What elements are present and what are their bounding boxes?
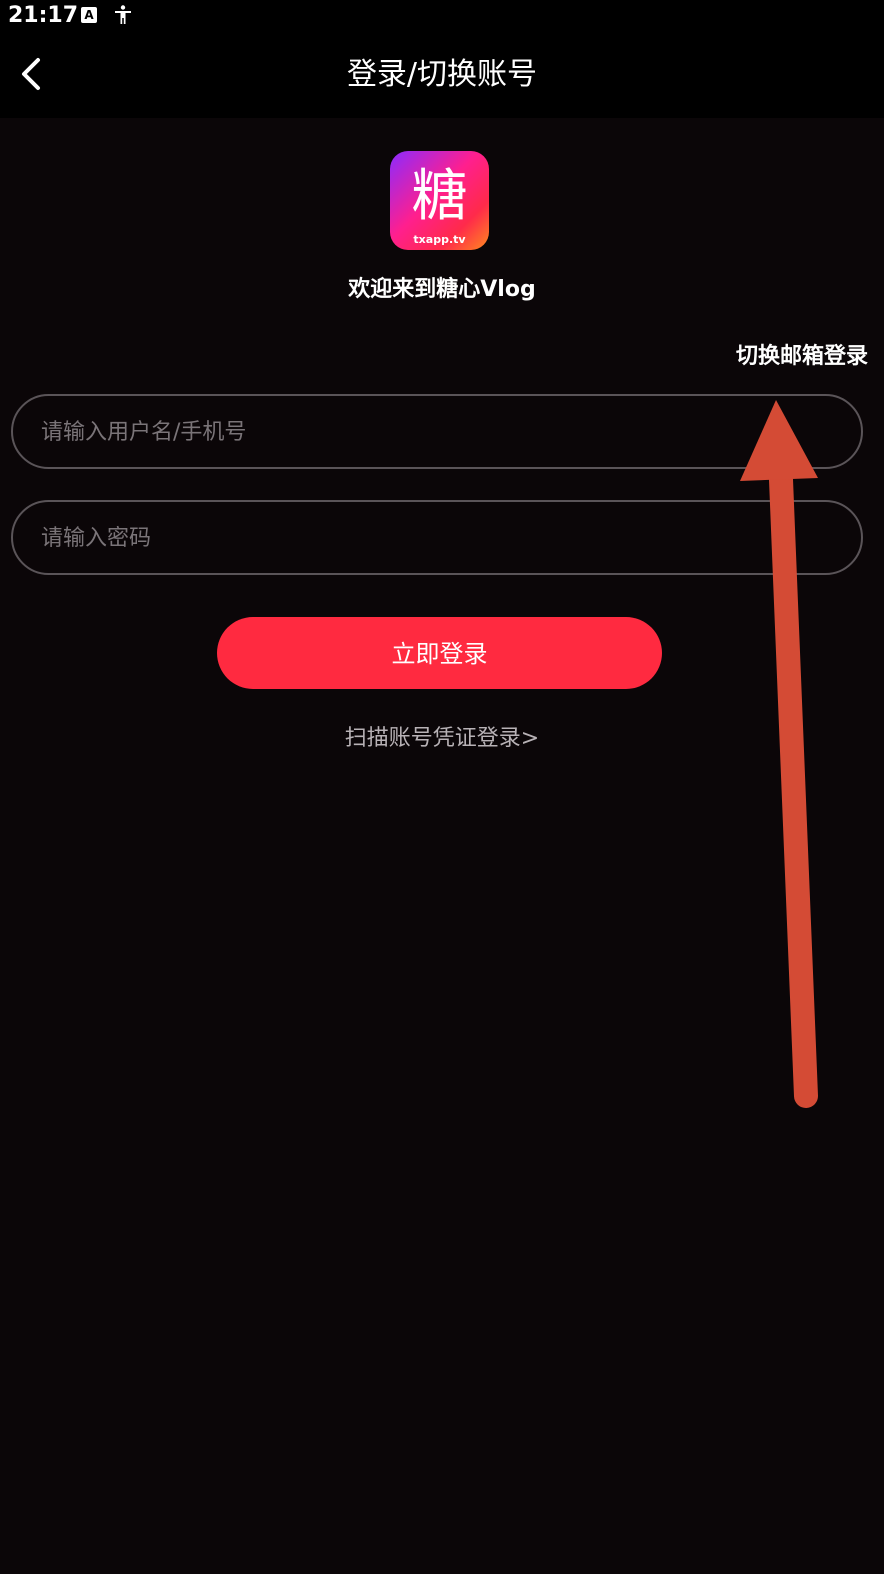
app-bar: 登录/切换账号 xyxy=(0,32,884,118)
status-time: 21:17 xyxy=(8,3,79,28)
password-input[interactable] xyxy=(39,502,823,575)
app-logo-icon: 糖 txapp.tv xyxy=(390,151,489,250)
welcome-text: 欢迎来到糖心Vlog xyxy=(348,277,536,302)
scan-credential-login-link[interactable]: 扫描账号凭证登录> xyxy=(0,722,884,756)
switch-email-login-link[interactable]: 切换邮箱登录 xyxy=(736,340,868,374)
login-button[interactable]: 立即登录 xyxy=(217,617,662,689)
svg-text:A: A xyxy=(84,8,94,22)
page-title: 登录/切换账号 xyxy=(346,57,538,92)
username-input[interactable] xyxy=(39,396,823,469)
accessibility-icon xyxy=(115,5,131,24)
username-field[interactable] xyxy=(11,394,863,469)
text-a-icon: A xyxy=(81,7,97,23)
status-bar: 21:17 A xyxy=(0,0,884,32)
password-field[interactable] xyxy=(11,500,863,575)
logo-glyph: 糖 xyxy=(412,164,468,229)
logo-subtitle: txapp.tv xyxy=(413,233,466,246)
